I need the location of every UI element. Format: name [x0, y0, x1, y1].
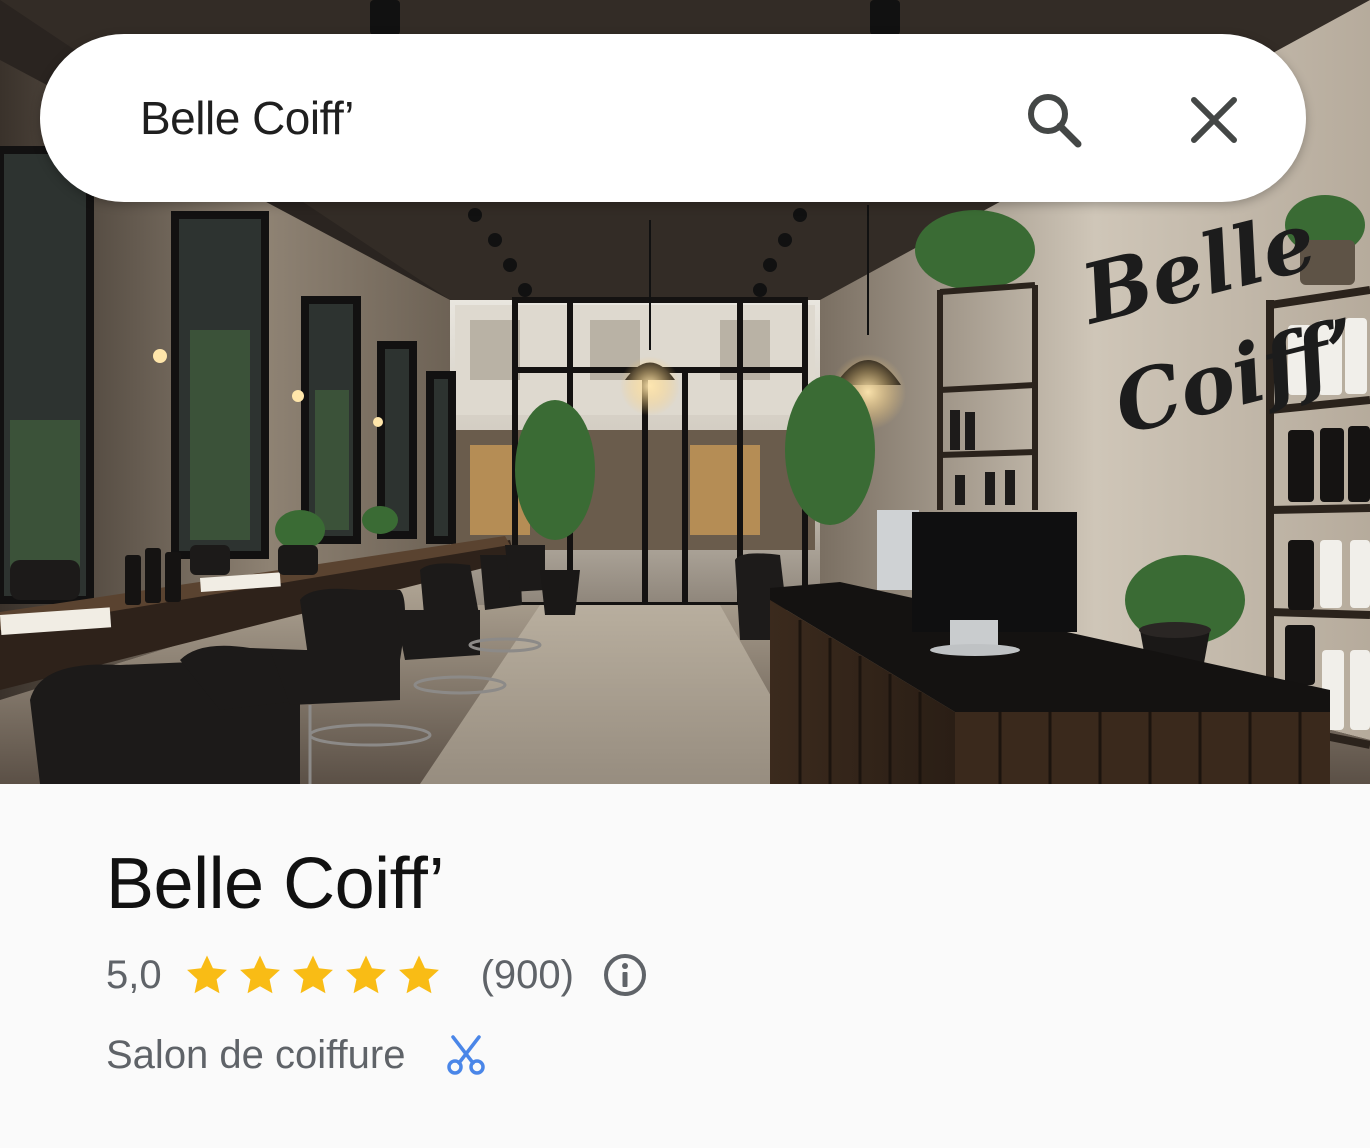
category-label[interactable]: Salon de coiffure [106, 1033, 405, 1078]
star-rating [184, 952, 449, 998]
search-icon [1028, 94, 1082, 148]
search-bar[interactable]: Belle Coiff’ [40, 34, 1306, 202]
category-icon-wrapper [445, 1033, 489, 1077]
star-icon [398, 955, 439, 994]
scissors-icon [447, 1035, 486, 1075]
review-count[interactable]: (900) [481, 953, 574, 998]
star-icon [186, 955, 227, 994]
search-input[interactable]: Belle Coiff’ [140, 88, 354, 148]
star-icon [239, 955, 280, 994]
category-row: Salon de coiffure [106, 1030, 489, 1080]
star-icon [345, 955, 386, 994]
close-icon [1191, 97, 1237, 143]
search-button[interactable] [1016, 82, 1092, 158]
info-icon [604, 954, 646, 996]
rating-info-button[interactable] [602, 952, 648, 998]
rating-row[interactable]: 5,0 (900) [106, 950, 648, 1000]
place-title[interactable]: Belle Coiff’ [106, 844, 445, 924]
star-icon [292, 955, 333, 994]
place-info-panel: Belle Coiff’ 5,0 (900) Salon de coiffure [0, 784, 1370, 1148]
clear-search-button[interactable] [1176, 82, 1252, 158]
rating-value: 5,0 [106, 952, 162, 997]
